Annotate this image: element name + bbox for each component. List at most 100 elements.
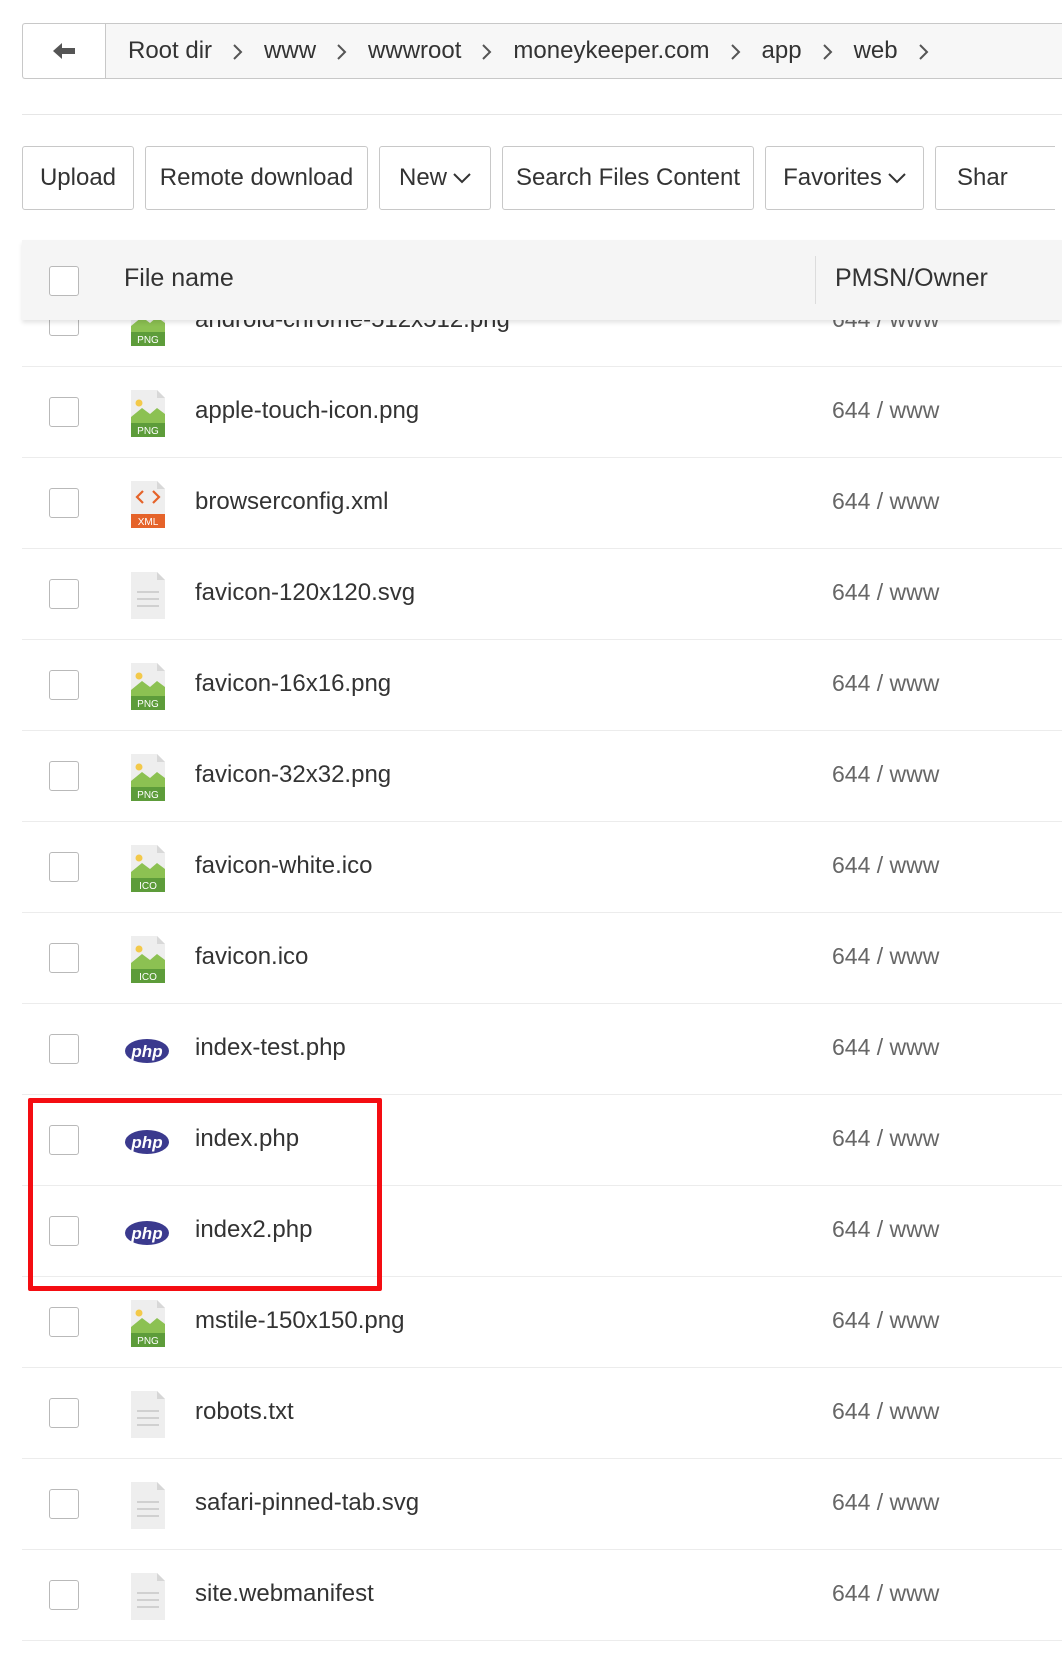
text-file-icon [125, 1481, 171, 1531]
file-row[interactable]: PNG favicon-32x32.png 644 / www [22, 731, 1062, 822]
file-name[interactable]: safari-pinned-tab.svg [195, 1489, 419, 1517]
row-checkbox[interactable] [49, 761, 79, 791]
chevron-right-icon [802, 37, 854, 65]
file-name[interactable]: favicon-120x120.svg [195, 579, 415, 607]
file-row[interactable]: PNG favicon-16x16.png 644 / www [22, 640, 1062, 731]
file-row[interactable]: ICO favicon-white.ico 644 / www [22, 822, 1062, 913]
php-icon: php [125, 1026, 171, 1076]
xml-icon: XML [125, 480, 171, 530]
chevron-right-icon [316, 37, 368, 65]
row-checkbox[interactable] [49, 1398, 79, 1428]
file-permission-owner[interactable]: 644 / www [832, 1034, 939, 1061]
row-checkbox[interactable] [49, 1489, 79, 1519]
column-header-owner[interactable]: PMSN/Owner [835, 264, 988, 293]
png-icon: PNG [125, 662, 171, 712]
select-all-checkbox[interactable] [49, 266, 79, 296]
svg-text:PNG: PNG [137, 426, 159, 437]
file-list: PNGandroid-chrome-512x512.png644 / wwwPN… [22, 299, 1062, 1641]
file-permission-owner[interactable]: 644 / www [832, 1216, 939, 1243]
favorites-label: Favorites [783, 164, 882, 191]
row-checkbox[interactable] [49, 1580, 79, 1610]
file-name[interactable]: favicon-white.ico [195, 852, 372, 880]
row-checkbox[interactable] [49, 579, 79, 609]
new-dropdown-button[interactable]: New [379, 146, 491, 210]
png-icon: PNG [125, 389, 171, 439]
divider [22, 114, 1062, 115]
file-permission-owner[interactable]: 644 / www [832, 1125, 939, 1152]
file-row[interactable]: site.webmanifest 644 / www [22, 1550, 1062, 1641]
share-button[interactable]: Shar [935, 146, 1055, 210]
new-label: New [398, 164, 447, 191]
toolbar: Upload Remote download New Search Files … [22, 146, 1062, 210]
breadcrumb-item[interactable]: www [264, 37, 316, 65]
upload-button[interactable]: Upload [22, 146, 134, 210]
chevron-right-icon [710, 37, 762, 65]
file-name[interactable]: robots.txt [195, 1398, 294, 1426]
file-row[interactable]: safari-pinned-tab.svg 644 / www [22, 1459, 1062, 1550]
file-permission-owner[interactable]: 644 / www [832, 1489, 939, 1516]
svg-text:PNG: PNG [137, 335, 159, 346]
file-name[interactable]: favicon-16x16.png [195, 670, 391, 698]
text-file-icon [125, 1572, 171, 1622]
back-button[interactable] [23, 24, 106, 78]
file-permission-owner[interactable]: 644 / www [832, 852, 939, 879]
row-checkbox[interactable] [49, 943, 79, 973]
file-permission-owner[interactable]: 644 / www [832, 943, 939, 970]
svg-text:ICO: ICO [139, 881, 157, 892]
remote-download-button[interactable]: Remote download [145, 146, 368, 210]
row-checkbox[interactable] [49, 670, 79, 700]
file-permission-owner[interactable]: 644 / www [832, 488, 939, 515]
row-checkbox[interactable] [49, 852, 79, 882]
file-name[interactable]: index-test.php [195, 1034, 346, 1062]
png-icon: PNG [125, 1299, 171, 1349]
search-files-content-button[interactable]: Search Files Content [502, 146, 754, 210]
chevron-down-icon [453, 172, 471, 184]
breadcrumb-item[interactable]: app [762, 37, 802, 65]
file-name[interactable]: favicon-32x32.png [195, 761, 391, 789]
file-row[interactable]: ICO favicon.ico 644 / www [22, 913, 1062, 1004]
file-name[interactable]: site.webmanifest [195, 1580, 374, 1608]
file-row[interactable]: favicon-120x120.svg 644 / www [22, 549, 1062, 640]
favorites-dropdown-button[interactable]: Favorites [765, 146, 924, 210]
chevron-right-icon [212, 37, 264, 65]
chevron-down-icon [888, 172, 906, 184]
highlight-box [28, 1098, 382, 1291]
path-bar: Root dir www wwwroot moneykeeper.com app web [22, 23, 1062, 79]
breadcrumb-item[interactable]: Root dir [128, 37, 212, 65]
file-permission-owner[interactable]: 644 / www [832, 1398, 939, 1425]
file-row[interactable]: XML browserconfig.xml 644 / www [22, 458, 1062, 549]
arrow-left-icon [53, 43, 75, 59]
file-row[interactable]: PNG apple-touch-icon.png 644 / www [22, 367, 1062, 458]
chevron-right-icon [898, 37, 950, 65]
column-header-file-name[interactable]: File name [124, 264, 234, 293]
file-name[interactable]: mstile-150x150.png [195, 1307, 404, 1335]
breadcrumb-item[interactable]: moneykeeper.com [513, 37, 709, 65]
ico-icon: ICO [125, 935, 171, 985]
row-checkbox[interactable] [49, 488, 79, 518]
file-permission-owner[interactable]: 644 / www [832, 397, 939, 424]
text-file-icon [125, 1390, 171, 1440]
svg-text:PNG: PNG [137, 790, 159, 801]
file-name[interactable]: apple-touch-icon.png [195, 397, 419, 425]
file-name[interactable]: favicon.ico [195, 943, 308, 971]
file-permission-owner[interactable]: 644 / www [832, 1580, 939, 1607]
column-divider[interactable] [815, 256, 816, 304]
row-checkbox[interactable] [49, 1034, 79, 1064]
breadcrumb-item[interactable]: web [854, 37, 898, 65]
upload-label: Upload [39, 164, 117, 191]
ico-icon: ICO [125, 844, 171, 894]
file-permission-owner[interactable]: 644 / www [832, 579, 939, 606]
file-row[interactable]: robots.txt 644 / www [22, 1368, 1062, 1459]
row-checkbox[interactable] [49, 1307, 79, 1337]
file-permission-owner[interactable]: 644 / www [832, 761, 939, 788]
search-content-label: Search Files Content [515, 164, 741, 191]
file-name[interactable]: browserconfig.xml [195, 488, 388, 516]
svg-text:php: php [130, 1042, 162, 1061]
png-icon: PNG [125, 753, 171, 803]
file-row[interactable]: php index-test.php 644 / www [22, 1004, 1062, 1095]
svg-text:XML: XML [138, 517, 159, 528]
row-checkbox[interactable] [49, 397, 79, 427]
file-permission-owner[interactable]: 644 / www [832, 1307, 939, 1334]
file-permission-owner[interactable]: 644 / www [832, 670, 939, 697]
breadcrumb-item[interactable]: wwwroot [368, 37, 461, 65]
